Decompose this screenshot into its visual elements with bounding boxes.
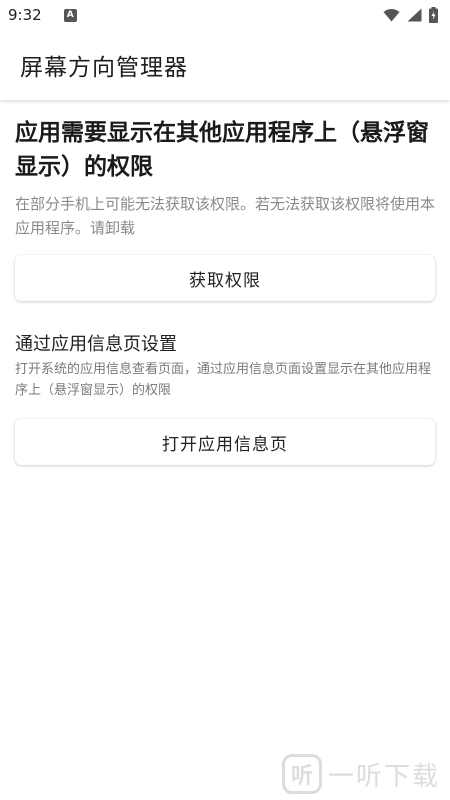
permission-title: 应用需要显示在其他应用程序上（悬浮窗显示）的权限 [15, 120, 429, 180]
main-content: 应用需要显示在其他应用程序上（悬浮窗显示）的权限 在部分手机上可能无法获取该权限… [0, 100, 450, 465]
notification-icon: A [63, 8, 77, 22]
app-info-title: 通过应用信息页设置 [15, 334, 177, 355]
status-time: 9:32 [8, 6, 42, 24]
status-indicators [383, 7, 438, 23]
app-bar: 屏幕方向管理器 [0, 30, 450, 100]
app-title: 屏幕方向管理器 [20, 55, 188, 81]
get-permission-button[interactable]: 获取权限 [15, 255, 435, 301]
app-info-description: 打开系统的应用信息查看页面，通过应用信息页面设置显示在其他应用程序上（悬浮窗显示… [15, 362, 432, 398]
status-bar: 9:32 A [0, 0, 450, 30]
wifi-icon [383, 8, 400, 22]
watermark: 听 一听下载 [281, 754, 440, 794]
open-app-info-button[interactable]: 打开应用信息页 [15, 419, 435, 465]
permission-description: 在部分手机上可能无法获取该权限。若无法获取该权限将使用本应用程序。请卸载 [15, 195, 436, 237]
watermark-logo-icon: 听 [281, 754, 322, 794]
signal-icon [407, 8, 422, 22]
watermark-text: 一听下载 [327, 761, 440, 792]
battery-icon [429, 7, 438, 23]
